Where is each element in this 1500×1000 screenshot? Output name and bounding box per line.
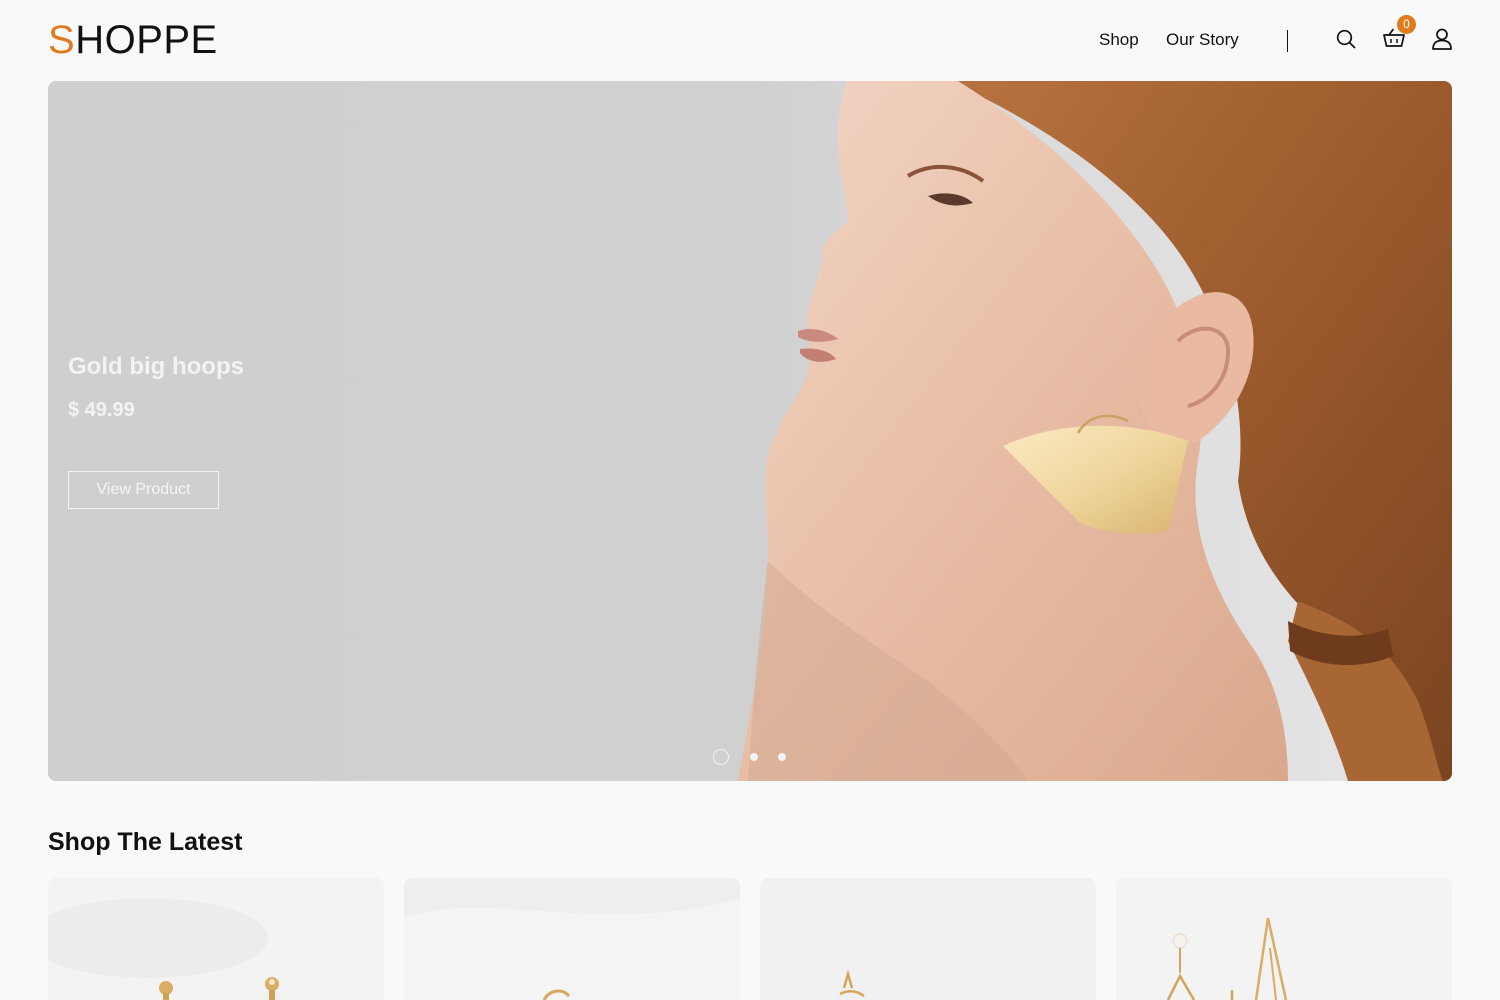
- logo[interactable]: SHOPPE: [48, 18, 218, 62]
- nav-shop-link[interactable]: Shop: [1099, 30, 1139, 50]
- hero-carousel: Gold big hoops $ 49.99 View Product: [48, 81, 1452, 781]
- site-header: SHOPPE Shop Our Story 0: [0, 0, 1500, 80]
- view-product-button[interactable]: View Product: [68, 471, 219, 509]
- hero-product-price: $ 49.99: [68, 399, 135, 421]
- hero-model-photo: [48, 81, 1452, 781]
- logo-initial: S: [48, 18, 76, 62]
- logo-text: HOPPE: [75, 18, 218, 62]
- carousel-dot-1-active[interactable]: [713, 749, 729, 765]
- hero-product-title: Gold big hoops: [68, 353, 244, 380]
- product-image-3: [760, 878, 1096, 1000]
- carousel-dot-2[interactable]: [750, 753, 758, 761]
- user-icon[interactable]: [1430, 27, 1454, 51]
- carousel-dot-3[interactable]: [778, 753, 786, 761]
- product-image-2: [404, 878, 740, 1000]
- product-card-2[interactable]: [404, 878, 740, 1000]
- product-image-4: [1116, 878, 1452, 1000]
- product-card-1[interactable]: [48, 878, 384, 1000]
- cart-count-badge: 0: [1397, 15, 1416, 34]
- product-image-1: [48, 878, 384, 1000]
- search-icon[interactable]: [1335, 28, 1357, 50]
- nav-divider: [1287, 30, 1288, 52]
- product-card-3[interactable]: [760, 878, 1096, 1000]
- section-title-shop-the-latest: Shop The Latest: [48, 828, 243, 856]
- product-card-4[interactable]: [1116, 878, 1452, 1000]
- nav-our-story-link[interactable]: Our Story: [1166, 30, 1239, 50]
